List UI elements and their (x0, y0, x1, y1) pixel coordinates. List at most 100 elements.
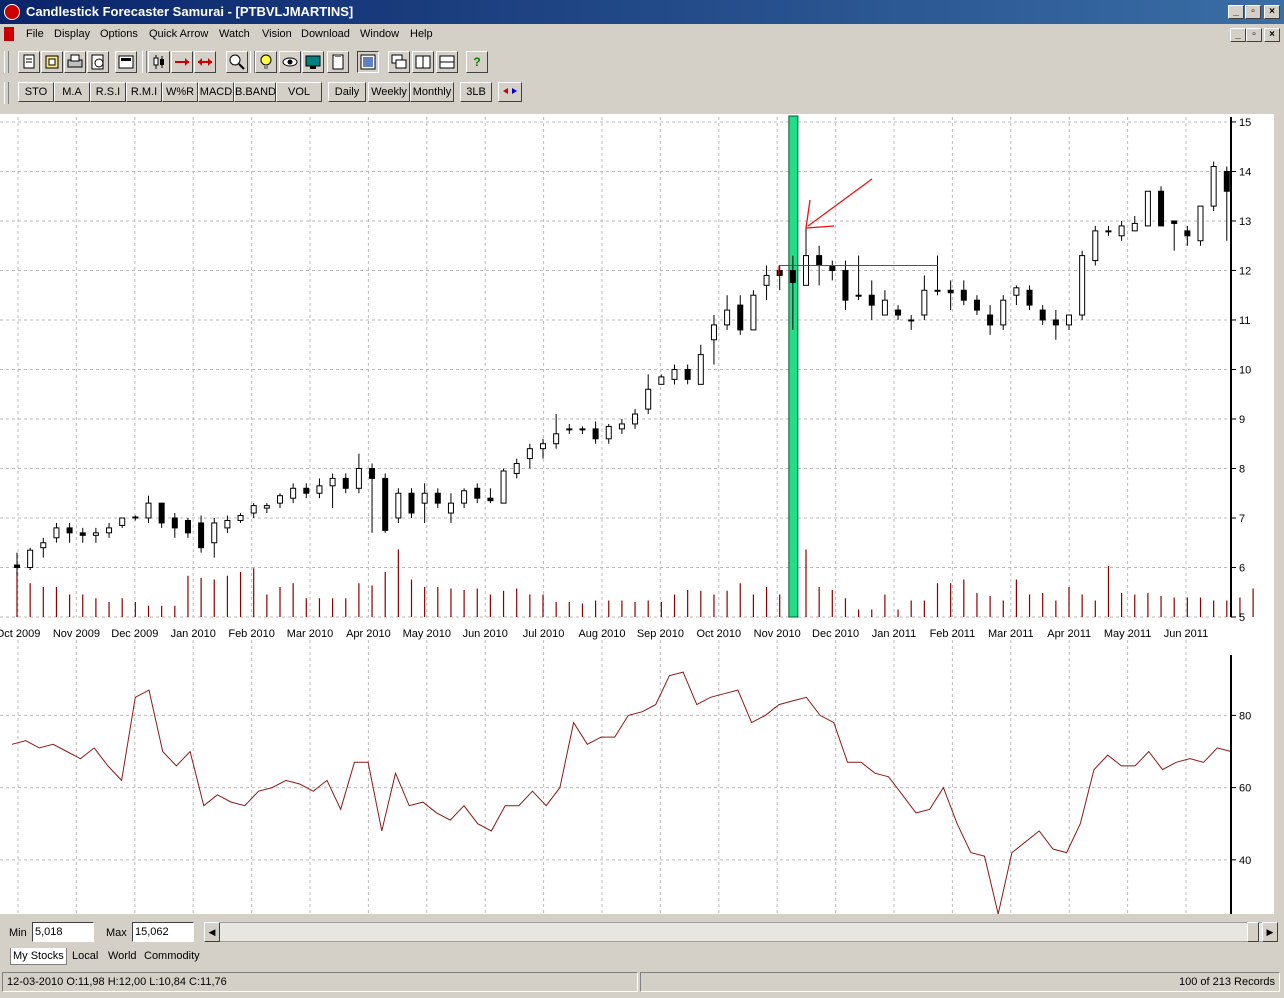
print-icon[interactable] (64, 51, 86, 73)
candle-body (605, 425, 612, 440)
candle-body (106, 527, 113, 534)
candle-body (579, 428, 586, 431)
menu-download[interactable]: Download (301, 28, 350, 40)
maximize-button[interactable]: ▫ (1245, 5, 1261, 19)
candle-icon[interactable] (148, 51, 170, 73)
three-line-break-button[interactable]: 3LB (460, 82, 492, 102)
period-daily-button[interactable]: Daily (328, 82, 366, 102)
scroll-left-icon[interactable]: ◀ (204, 922, 220, 942)
candle-body (658, 376, 665, 385)
indicator-sto-button[interactable]: STO (18, 82, 54, 102)
time-tick-label: Sep 2010 (637, 628, 684, 640)
tab-world[interactable]: World (106, 948, 139, 964)
tab-local[interactable]: Local (70, 948, 100, 964)
highlight-bar (788, 115, 799, 618)
tile-horizontal-icon[interactable] (436, 51, 458, 73)
period-monthly-button[interactable]: Monthly (410, 82, 454, 102)
chart-canvas[interactable]: 5 6 7 8 9 10 11 12 13 14 15 Oct 2009 Nov 2009 Dec 20… (0, 114, 1278, 915)
close-button[interactable]: × (1264, 5, 1280, 19)
menu-window[interactable]: Window (360, 28, 399, 40)
indicator-bband-button[interactable]: B.BAND (234, 82, 276, 102)
menu-watch[interactable]: Watch (219, 28, 250, 40)
menu-options[interactable]: Options (100, 28, 138, 40)
horizontal-scrollbar[interactable] (204, 922, 1278, 942)
menu-file[interactable]: File (26, 28, 44, 40)
time-axis: Oct 2009 Nov 2009 Dec 2009 Jan 2010 Feb 2010… (0, 628, 1208, 640)
candle-body (447, 502, 454, 514)
candle-body (342, 477, 349, 489)
toolbar-grip[interactable] (142, 51, 147, 73)
scroll-right-icon[interactable]: ▶ (1262, 922, 1278, 942)
candle-body (1118, 225, 1125, 237)
icon-toolbar: ? (0, 48, 1284, 76)
app-icon[interactable] (4, 4, 20, 20)
cascade-icon[interactable] (388, 51, 410, 73)
oscillator-grid (0, 714, 1231, 861)
oscillator-line (11, 671, 1232, 915)
osc-tick-label: 40 (1239, 855, 1251, 867)
child-close-button[interactable]: × (1264, 28, 1280, 42)
candle-body (1158, 190, 1165, 227)
min-field[interactable]: 5,018 (32, 922, 94, 942)
menu-vision[interactable]: Vision (262, 28, 292, 40)
open-icon[interactable] (41, 51, 63, 73)
indicator-rmi-button[interactable]: R.M.I (126, 82, 162, 102)
candles (14, 161, 1230, 575)
new-icon[interactable] (18, 51, 40, 73)
child-minimize-button[interactable]: _ (1230, 28, 1246, 42)
scroll-thumb[interactable] (1247, 922, 1259, 942)
tab-my-stocks[interactable]: My Stocks (10, 948, 67, 965)
candle-body (132, 516, 139, 519)
preview-icon[interactable] (87, 51, 109, 73)
max-field[interactable]: 15,062 (132, 922, 194, 942)
indicator-ma-button[interactable]: M.A (54, 82, 90, 102)
candle-body (1197, 205, 1204, 242)
arrow-right-icon[interactable] (171, 51, 193, 73)
menu-display[interactable]: Display (54, 28, 90, 40)
arrows-toggle-icon[interactable] (498, 82, 522, 102)
minimize-button[interactable]: _ (1228, 5, 1244, 19)
indicator-vol-button[interactable]: VOL (276, 82, 322, 102)
time-tick-label: Apr 2011 (1047, 628, 1091, 640)
candle-body (671, 368, 678, 380)
zoom-icon[interactable] (226, 51, 248, 73)
menu-help[interactable]: Help (410, 28, 433, 40)
time-tick-label: Oct 2010 (696, 628, 741, 640)
candle-body (724, 309, 731, 326)
eye-icon[interactable] (279, 51, 301, 73)
indicator-wr-button[interactable]: W%R (162, 82, 198, 102)
bulb-icon[interactable] (255, 51, 277, 73)
toolbar-grip[interactable] (4, 51, 9, 73)
tile-vertical-icon[interactable] (412, 51, 434, 73)
candle-body (618, 423, 625, 430)
monitor-icon[interactable] (302, 51, 324, 73)
candle-body (66, 527, 73, 534)
menu-quick-arrow[interactable]: Quick Arrow (149, 28, 208, 40)
candle-body (53, 527, 60, 539)
indicator-rsi-button[interactable]: R.S.I (90, 82, 126, 102)
candle-body (145, 502, 152, 519)
period-weekly-button[interactable]: Weekly (368, 82, 410, 102)
time-tick-label: Mar 2011 (988, 628, 1034, 640)
vertical-scrollbar[interactable] (1274, 114, 1284, 914)
candle-body (540, 443, 546, 450)
time-tick-label: Nov 2009 (53, 628, 100, 640)
candle-body (1026, 289, 1033, 306)
min-label: Min (9, 927, 27, 939)
clipboard-icon[interactable] (327, 51, 349, 73)
help-icon[interactable]: ? (466, 51, 488, 73)
indicator-macd-button[interactable]: MACD (198, 82, 234, 102)
candle-body (868, 294, 875, 306)
candle-body (737, 304, 744, 331)
price-tick-label: 11 (1239, 315, 1250, 327)
price-tick-label: 6 (1239, 562, 1245, 574)
candle-body (829, 265, 836, 271)
child-restore-button[interactable]: ▫ (1246, 28, 1262, 42)
tab-commodity[interactable]: Commodity (142, 948, 202, 964)
candle-body (316, 485, 323, 494)
arrows-both-icon[interactable] (194, 51, 216, 73)
calculator-icon[interactable] (115, 51, 137, 73)
candle-body (500, 470, 507, 504)
toolbar-grip[interactable] (4, 82, 9, 104)
layout-icon[interactable] (357, 51, 379, 73)
